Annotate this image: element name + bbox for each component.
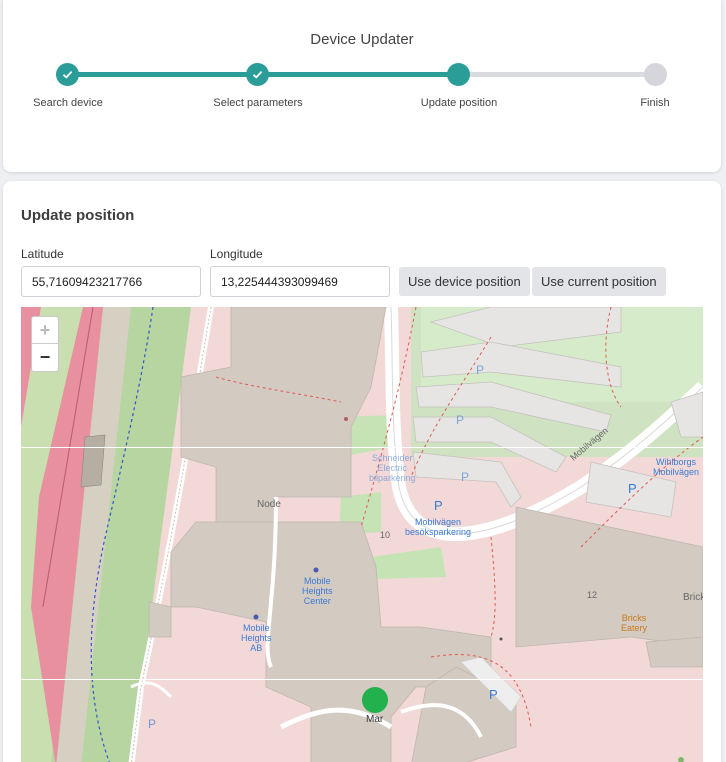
step-label-search-device: Search device <box>33 97 103 109</box>
map-label-house-10: 10 <box>380 530 391 540</box>
zoom-out-button[interactable]: − <box>32 344 58 371</box>
parking-icon: P <box>456 413 465 427</box>
device-position-marker[interactable] <box>362 687 388 713</box>
map-label-mobile-heights-ab: Mobile Heights AB <box>241 623 272 653</box>
map[interactable]: Node Mobile Heights Center Mobile Height… <box>21 307 703 762</box>
step-label-select-parameters: Select parameters <box>213 97 303 109</box>
step-dot-update-position[interactable] <box>447 63 470 86</box>
parking-icon: P <box>489 687 498 702</box>
longitude-label: Longitude <box>210 247 263 261</box>
map-label-node: Node <box>257 499 281 510</box>
stepper-card: Device Updater Search device Select para… <box>3 0 721 172</box>
step-dot-select-parameters[interactable] <box>246 63 269 86</box>
latitude-label: Latitude <box>21 247 64 261</box>
use-current-position-button[interactable]: Use current position <box>532 267 666 296</box>
stepper-title: Device Updater <box>310 31 414 48</box>
map-label-wihlborgs: Wihlborgs Mobilvägen <box>653 457 700 477</box>
check-icon <box>252 70 263 79</box>
parking-icon: P <box>476 363 485 377</box>
map-tiles <box>21 307 703 762</box>
use-device-position-button[interactable]: Use device position <box>399 267 530 296</box>
map-label-bricks-eatery: Bricks Eatery <box>621 613 648 633</box>
progress-track-2 <box>258 72 459 77</box>
map-label-mobilvagen-parking: Mobilvägen besöksparkering <box>405 517 472 537</box>
latitude-input[interactable] <box>21 266 201 297</box>
parking-icon: P <box>628 481 637 496</box>
longitude-input[interactable] <box>210 266 390 297</box>
map-tile-seam <box>21 679 703 680</box>
section-title: Update position <box>21 207 135 224</box>
check-icon <box>62 70 73 79</box>
parking-icon: P <box>434 498 443 513</box>
step-dot-finish <box>644 63 667 86</box>
step-label-update-position: Update position <box>420 97 498 109</box>
parking-icon: P <box>461 470 470 484</box>
map-label-brick-partial: Brick <box>683 592 703 603</box>
parking-icon: P <box>148 717 157 731</box>
map-label-schneider-parking: Schneider Electric bilparkering <box>369 453 416 483</box>
update-position-card: Update position Latitude Longitude Use d… <box>3 181 721 762</box>
progress-track-3 <box>459 72 656 77</box>
step-dot-search-device[interactable] <box>56 63 79 86</box>
map-label-mobile-heights-center: Mobile Heights Center <box>302 576 333 606</box>
zoom-in-button[interactable]: + <box>32 317 58 344</box>
step-label-finish: Finish <box>640 97 670 109</box>
progress-track-1 <box>68 72 258 77</box>
map-tile-seam <box>21 447 703 448</box>
marker-label: Mar <box>366 714 384 725</box>
zoom-control: + − <box>31 316 59 372</box>
map-label-house-12: 12 <box>587 590 598 600</box>
